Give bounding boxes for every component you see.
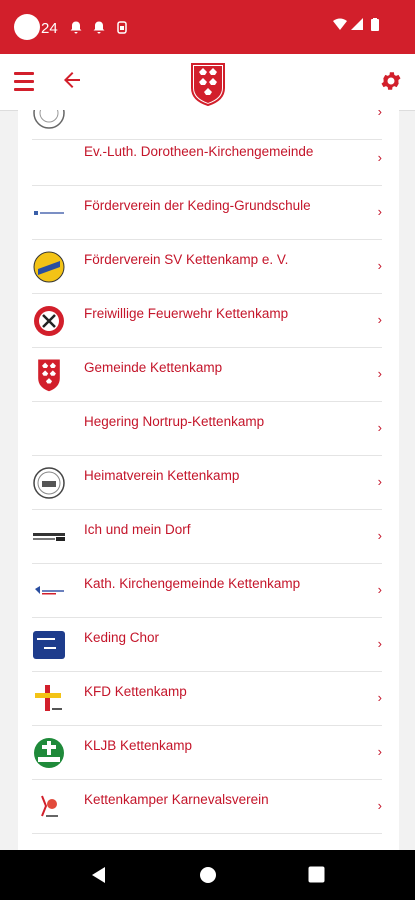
chevron-right-icon: › bbox=[377, 528, 382, 543]
list-item-label: KLJB Kettenkamp bbox=[84, 738, 193, 753]
chevron-right-icon: › bbox=[377, 150, 382, 165]
chevron-right-icon: › bbox=[377, 690, 382, 705]
blue-choir-logo bbox=[32, 628, 66, 662]
home-circle-icon[interactable] bbox=[199, 866, 217, 889]
camera-cutout bbox=[14, 14, 40, 40]
arrow-back-icon[interactable] bbox=[60, 68, 84, 97]
sim-icon bbox=[117, 21, 127, 37]
chevron-right-icon: › bbox=[377, 204, 382, 219]
recents-square-icon[interactable] bbox=[308, 866, 325, 888]
chevron-right-icon: › bbox=[377, 312, 382, 327]
chevron-right-icon: › bbox=[377, 420, 382, 435]
heritage-seal-logo bbox=[32, 466, 66, 500]
kfd-cross-logo bbox=[32, 682, 66, 716]
app-bar bbox=[0, 54, 415, 111]
back-triangle-icon[interactable] bbox=[90, 866, 108, 889]
list-item[interactable]: Keding Chor › bbox=[32, 618, 382, 672]
carnival-logo bbox=[32, 790, 66, 824]
round-seal-logo bbox=[32, 110, 66, 130]
list-item[interactable]: Förderverein SV Kettenkamp e. V. › bbox=[32, 240, 382, 294]
chevron-right-icon: › bbox=[377, 744, 382, 759]
municipality-crest bbox=[190, 62, 226, 111]
green-kljb-logo bbox=[32, 736, 66, 770]
parish-logo bbox=[32, 574, 66, 608]
municipality-crest bbox=[32, 358, 66, 392]
list-item-label: Keding Chor bbox=[84, 630, 160, 645]
system-icons bbox=[333, 18, 387, 35]
wifi-icon bbox=[333, 18, 347, 30]
wide-text-logo bbox=[32, 520, 66, 554]
list-item-label: KFD Kettenkamp bbox=[84, 684, 187, 699]
list-item[interactable]: KLJB Kettenkamp › bbox=[32, 726, 382, 780]
status-bar: 24 bbox=[0, 0, 415, 54]
chevron-right-icon: › bbox=[377, 474, 382, 489]
signal-icon bbox=[351, 18, 363, 30]
fire-brigade-logo bbox=[32, 304, 66, 338]
list-item[interactable]: Hegering Nortrup-Kettenkamp › bbox=[32, 402, 382, 456]
list-item[interactable]: Ev.-Luth. Dorotheen-Kirchengemeinde › bbox=[32, 132, 382, 186]
list-item-label: Freiwillige Feuerwehr Kettenkamp bbox=[84, 306, 289, 321]
list-item-label: Ev.-Luth. Dorotheen-Kirchengemeinde bbox=[84, 144, 314, 159]
blue-yellow-badge-logo bbox=[32, 250, 66, 284]
chevron-right-icon: › bbox=[377, 636, 382, 651]
hamburger-menu-icon[interactable] bbox=[14, 72, 34, 91]
list-item-label: Hegering Nortrup-Kettenkamp bbox=[84, 414, 265, 429]
organization-list[interactable]: › Ev.-Luth. Dorotheen-Kirchengemeinde › … bbox=[18, 110, 399, 850]
list-item[interactable]: Kath. Kirchengemeinde Kettenkamp › bbox=[32, 564, 382, 618]
list-item-label: Gemeinde Kettenkamp bbox=[84, 360, 223, 375]
bell-icon bbox=[70, 21, 82, 37]
list-item[interactable]: Gemeinde Kettenkamp › bbox=[32, 348, 382, 402]
bell-icon bbox=[93, 21, 105, 37]
battery-icon bbox=[371, 19, 379, 31]
list-item[interactable]: KFD Kettenkamp › bbox=[32, 672, 382, 726]
list-item-label: Förderverein SV Kettenkamp e. V. bbox=[84, 252, 289, 267]
chevron-right-icon: › bbox=[377, 582, 382, 597]
chevron-right-icon: › bbox=[377, 366, 382, 381]
chevron-right-icon: › bbox=[377, 798, 382, 813]
list-item[interactable]: Freiwillige Feuerwehr Kettenkamp › bbox=[32, 294, 382, 348]
list-item[interactable]: Ich und mein Dorf › bbox=[32, 510, 382, 564]
list-item-label: Förderverein der Keding-Grundschule bbox=[84, 198, 311, 213]
list-item[interactable]: Heimatverein Kettenkamp › bbox=[32, 456, 382, 510]
status-time: 24 bbox=[41, 20, 58, 37]
list-item-label: Ich und mein Dorf bbox=[84, 522, 191, 537]
small-blue-text-logo bbox=[32, 196, 66, 230]
navigation-bar bbox=[0, 850, 415, 900]
list-item-label: Heimatverein Kettenkamp bbox=[84, 468, 240, 483]
list-item[interactable]: Förderverein der Keding-Grundschule › bbox=[32, 186, 382, 240]
gear-icon[interactable] bbox=[379, 69, 403, 98]
list-item[interactable]: Kettenkamper Karnevalsverein › bbox=[32, 780, 382, 834]
list-item-label: Kath. Kirchengemeinde Kettenkamp bbox=[84, 576, 301, 591]
list-item-label: Kettenkamper Karnevalsverein bbox=[84, 792, 269, 807]
list-item[interactable] bbox=[32, 834, 382, 850]
chevron-right-icon: › bbox=[377, 110, 382, 119]
chevron-right-icon: › bbox=[377, 258, 382, 273]
